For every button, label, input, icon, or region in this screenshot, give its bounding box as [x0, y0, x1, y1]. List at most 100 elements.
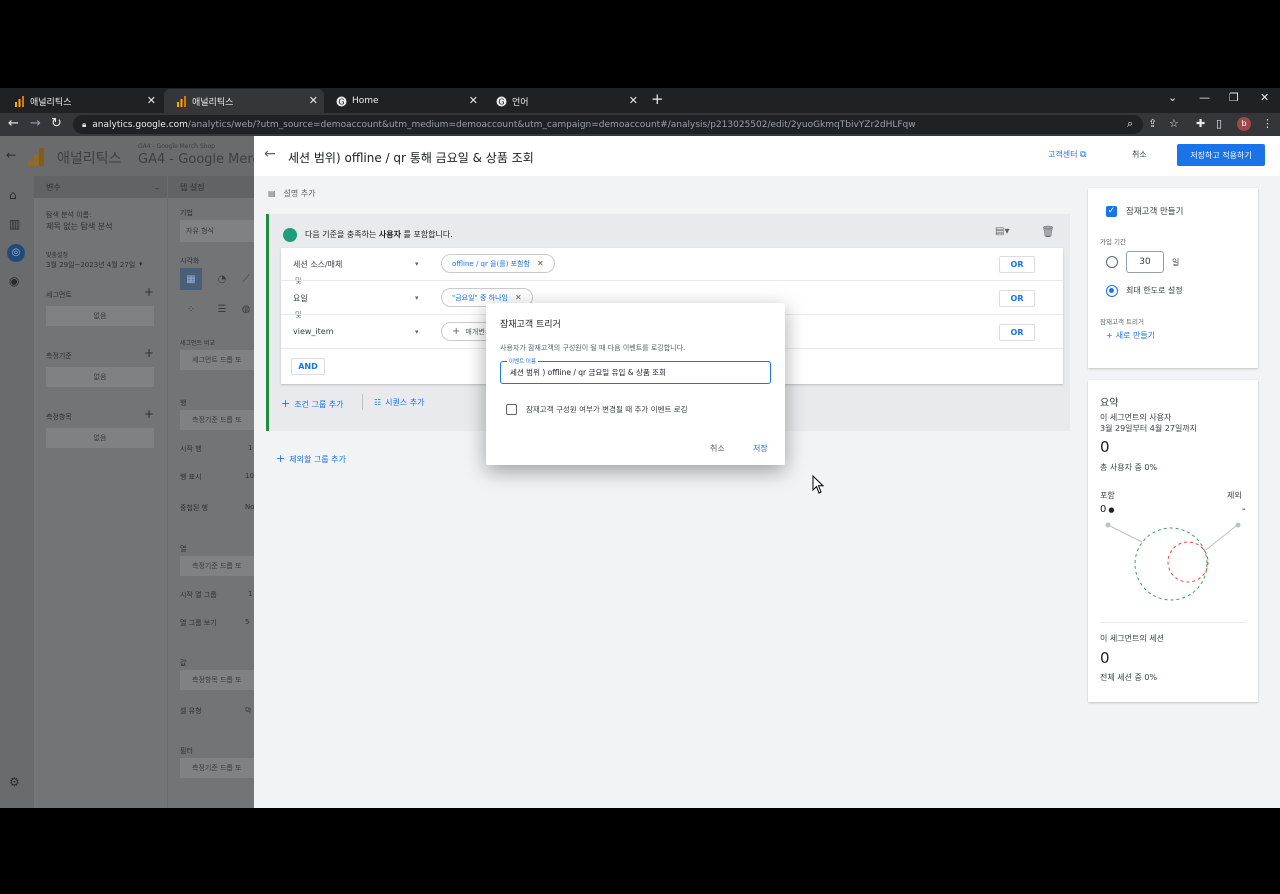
tab-close-icon[interactable]: ✕: [469, 94, 478, 107]
extensions-puzzle-icon[interactable]: ✚: [1196, 117, 1205, 130]
dialog-cancel-button[interactable]: 취소: [710, 443, 725, 454]
add-description-row[interactable]: ▤ 설명 추가: [268, 188, 316, 199]
duration-days-radio[interactable]: [1106, 256, 1118, 268]
event-name-input[interactable]: [510, 366, 765, 379]
add-segment-plus-icon[interactable]: +: [144, 285, 154, 299]
reports-icon[interactable]: ▥: [9, 217, 23, 231]
condition-chip-1[interactable]: offline / qr 을(를) 포함함 ✕: [441, 254, 555, 273]
create-new-trigger-link[interactable]: + 새로 만들기: [1106, 330, 1155, 341]
membership-days-input[interactable]: 30: [1126, 251, 1164, 273]
plus-icon: +: [276, 452, 286, 465]
browser-tab-analytics-1[interactable]: 애널리틱스 ✕: [2, 89, 162, 113]
geo-viz-icon[interactable]: ◍: [238, 298, 254, 320]
line-viz-icon[interactable]: ⟋: [238, 268, 254, 290]
back-arrow-icon[interactable]: ←: [6, 148, 16, 162]
cancel-button[interactable]: 취소: [1132, 149, 1147, 160]
or-button-1[interactable]: OR: [999, 256, 1035, 273]
exploration-name[interactable]: 제목 없는 탐색 분석: [46, 221, 113, 232]
ga-header: ← 애널리틱스 GA4 - Google Merch Shop GA4 - Go…: [0, 136, 268, 176]
segment-users-pct: 총 사용자 중 0%: [1100, 463, 1158, 472]
table-viz-icon[interactable]: ▦: [180, 268, 202, 290]
condition-event-3[interactable]: view_item: [293, 327, 334, 336]
tab-close-icon[interactable]: ✕: [629, 94, 638, 107]
segment-compare-drop[interactable]: 세그먼트 드롭 또: [180, 350, 254, 370]
tab-close-icon[interactable]: ✕: [309, 94, 318, 107]
columns-drop[interactable]: 측정기준 드롭 또: [180, 556, 254, 576]
remove-chip-close-icon[interactable]: ✕: [537, 259, 544, 268]
tab-close-icon[interactable]: ✕: [147, 94, 156, 107]
back-arrow-icon[interactable]: ←: [8, 116, 19, 131]
filters-drop[interactable]: 측정기준 드롭 또: [180, 758, 254, 778]
build-audience-checkbox[interactable]: ✓: [1106, 206, 1117, 217]
cell-type-value[interactable]: 막: [245, 706, 251, 716]
technique-select[interactable]: 자유 형식: [180, 220, 254, 242]
add-description-label: 설명 추가: [283, 189, 316, 198]
scatter-viz-icon[interactable]: ⁘: [180, 298, 202, 320]
additional-event-checkbox[interactable]: [506, 404, 517, 415]
include-scope[interactable]: 사용자: [379, 230, 401, 239]
add-sequence-link[interactable]: ☷ 시퀀스 추가: [374, 397, 425, 408]
tab-search-chevron-icon[interactable]: ⌄: [1168, 91, 1177, 104]
collapse-icon[interactable]: _: [155, 180, 159, 189]
bar-viz-icon[interactable]: ☰: [211, 298, 233, 320]
dropdown-arrow-icon[interactable]: ▾: [415, 260, 419, 268]
max-limit-radio[interactable]: [1106, 285, 1118, 297]
dropdown-arrow-icon[interactable]: ▾: [415, 294, 419, 302]
add-exclude-group-link[interactable]: + 제외할 그룹 추가: [276, 452, 346, 465]
ga-property-name[interactable]: GA4 - Google Merch: [138, 152, 268, 167]
values-drop[interactable]: 측정항목 드롭 또: [180, 670, 254, 690]
or-button-2[interactable]: OR: [999, 290, 1035, 307]
advertising-icon[interactable]: ◉: [9, 274, 23, 288]
delete-trash-icon[interactable]: 🗑︎: [1041, 225, 1055, 238]
address-bar[interactable]: 🔒︎ analytics.google.com/analytics/web/?u…: [73, 115, 1143, 134]
zoom-search-icon[interactable]: ⌕: [1127, 117, 1133, 131]
scope-selector-icon[interactable]: ▤▾: [995, 226, 1009, 237]
admin-gear-icon[interactable]: ⚙: [9, 775, 23, 789]
add-condition-group-link[interactable]: + 조건 그룹 추가: [281, 397, 343, 410]
minimize-icon[interactable]: —: [1199, 91, 1210, 104]
window-close-icon[interactable]: ✕: [1260, 91, 1269, 104]
show-col-value[interactable]: 5: [245, 618, 249, 626]
forward-arrow-icon[interactable]: →: [30, 116, 41, 131]
home-icon[interactable]: ⌂: [9, 188, 23, 202]
include-connector-dot: [1105, 522, 1111, 528]
info-icon[interactable]: ●: [1108, 506, 1114, 514]
bookmark-star-icon[interactable]: ☆: [1169, 117, 1179, 130]
show-rows-value[interactable]: 10: [245, 472, 254, 480]
add-dimension-plus-icon[interactable]: +: [144, 346, 154, 360]
google-analytics-logo-icon: [28, 148, 44, 166]
chrome-menu-icon[interactable]: ⋮: [1262, 117, 1273, 130]
restore-icon[interactable]: ❐: [1229, 91, 1239, 104]
browser-tab-analytics-2[interactable]: 애널리틱스 ✕: [164, 89, 324, 113]
browser-tab-language[interactable]: G 언어 ✕: [484, 89, 644, 113]
share-icon[interactable]: ⇪: [1148, 117, 1157, 130]
tab-settings-header: 탭 설정: [168, 176, 254, 198]
date-dropdown-icon[interactable]: ▾: [139, 260, 143, 268]
start-col-value[interactable]: 1: [248, 590, 252, 598]
dimensions-empty: 없음: [46, 367, 154, 387]
segment-title[interactable]: 세션 범위) offline / qr 통해 금요일 & 상품 조회: [288, 149, 534, 166]
date-range[interactable]: 3월 29일~2023년 4월 27일: [46, 260, 135, 270]
dialog-save-button[interactable]: 저장: [753, 443, 768, 454]
or-button-3[interactable]: OR: [999, 324, 1035, 341]
close-editor-arrow-icon[interactable]: ←: [264, 146, 276, 162]
start-row-value[interactable]: 1: [248, 444, 252, 452]
dropdown-arrow-icon[interactable]: ▾: [415, 328, 419, 336]
include-connector-line: [1109, 525, 1143, 543]
technique-label: 기법: [180, 209, 193, 217]
remove-chip-close-icon[interactable]: ✕: [515, 293, 522, 302]
save-and-apply-button[interactable]: 저장하고 적용하기: [1177, 144, 1265, 166]
add-metric-plus-icon[interactable]: +: [144, 407, 154, 421]
donut-viz-icon[interactable]: ◔: [211, 268, 233, 290]
reload-icon[interactable]: ↻: [51, 116, 62, 131]
side-panel-icon[interactable]: ▯: [1216, 117, 1222, 130]
profile-avatar[interactable]: b: [1237, 117, 1251, 131]
condition-dimension-2[interactable]: 요일: [293, 293, 308, 304]
and-button[interactable]: AND: [291, 358, 325, 375]
rows-drop[interactable]: 측정기준 드롭 또: [180, 410, 254, 430]
new-tab-plus-icon[interactable]: +: [651, 90, 664, 108]
audience-center-link[interactable]: 고객센터 ⧉: [1048, 149, 1086, 160]
condition-dimension-1[interactable]: 세션 소스/매체: [293, 259, 342, 270]
browser-tab-home[interactable]: G Home ✕: [324, 89, 484, 113]
explore-icon[interactable]: ◎: [7, 244, 25, 262]
